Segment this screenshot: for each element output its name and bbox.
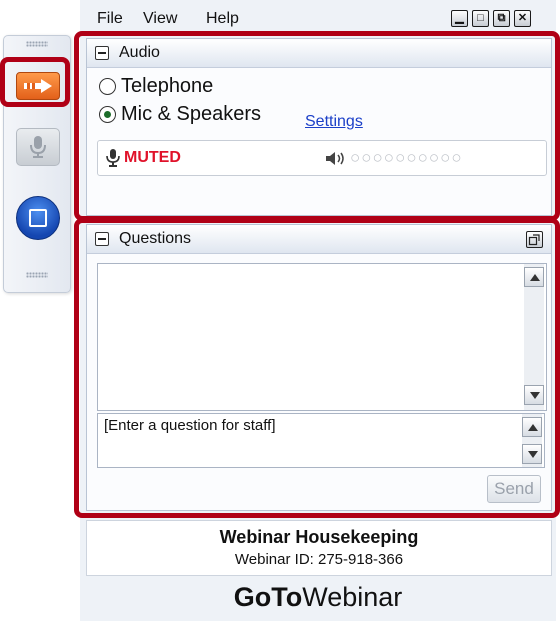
microphone-button[interactable]: [16, 128, 60, 166]
screen-share-button[interactable]: [16, 196, 60, 240]
webinar-title: Webinar Housekeeping: [219, 527, 419, 547]
highlight-box-tab: [0, 57, 70, 107]
close-icon[interactable]: ✕: [514, 10, 531, 27]
menu-file[interactable]: File: [97, 10, 123, 28]
grip-handle-bottom[interactable]: [26, 272, 48, 278]
microphone-icon: [30, 136, 46, 158]
webinar-id: Webinar ID: 275-918-366: [234, 551, 404, 568]
restore-icon[interactable]: □: [472, 10, 489, 27]
highlight-box-audio: [74, 31, 560, 221]
screen-icon: [29, 209, 47, 227]
highlight-box-questions: [74, 218, 560, 518]
popout-icon[interactable]: ⧉: [493, 10, 510, 27]
grip-handle[interactable]: [26, 41, 48, 47]
menu-view[interactable]: View: [143, 10, 177, 28]
gotowebinar-logo: GoToWebinar: [233, 582, 403, 612]
webinar-info: Webinar Housekeeping Webinar ID: 275-918…: [86, 520, 552, 576]
minimize-icon[interactable]: ▁: [451, 10, 468, 27]
menu-help[interactable]: Help: [206, 10, 239, 28]
menu-bar: File View Help ▁ □ ⧉ ✕: [80, 0, 556, 32]
